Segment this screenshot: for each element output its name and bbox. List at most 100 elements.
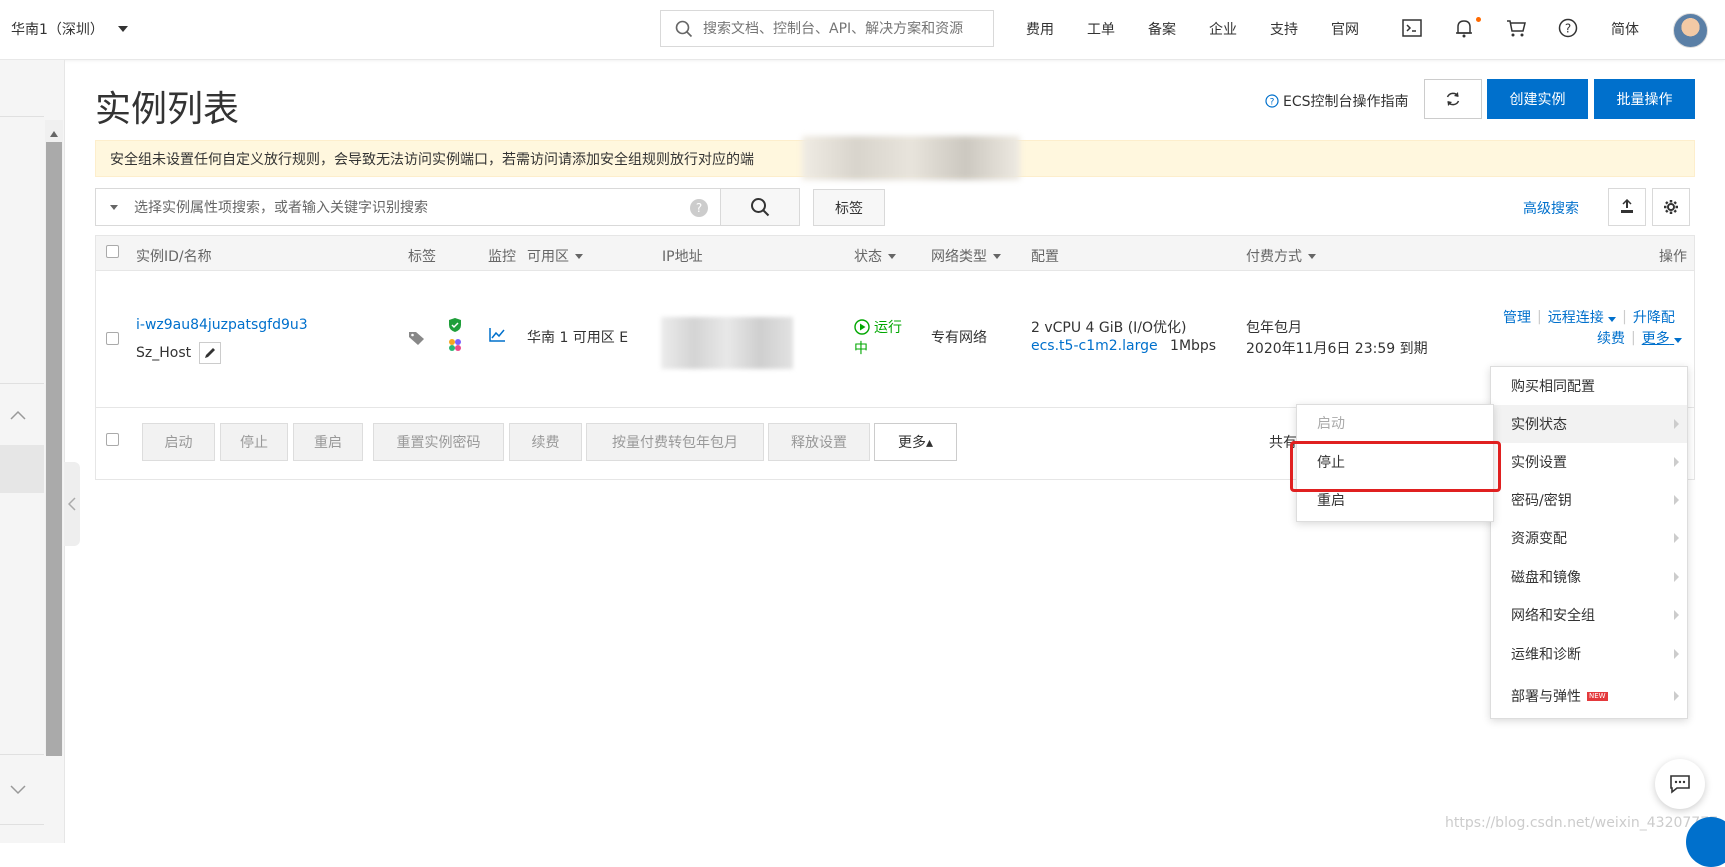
convert-billing-button[interactable]: 按量付费转包年包月 — [586, 423, 764, 461]
menu-item-network-security[interactable]: 网络和安全组 — [1491, 596, 1687, 634]
global-search[interactable] — [660, 10, 994, 47]
chevron-down-icon — [575, 253, 583, 259]
create-instance-button[interactable]: 创建实例 — [1487, 79, 1588, 119]
more-link[interactable]: 更多 — [1642, 328, 1683, 348]
sidebar-item-active[interactable] — [0, 445, 44, 493]
gear-icon — [1664, 200, 1678, 214]
chevron-down-icon — [1308, 253, 1316, 259]
menu-item-buy-same[interactable]: 购买相同配置 — [1491, 367, 1687, 405]
language-switch[interactable]: 简体 — [1611, 19, 1639, 39]
menu-item-resource-change[interactable]: 资源变配 — [1491, 519, 1687, 557]
submenu-start[interactable]: 启动 — [1297, 405, 1493, 441]
col-status[interactable]: 状态 — [854, 246, 896, 266]
manage-link[interactable]: 管理 — [1503, 307, 1531, 327]
billing-expiry: 2020年11月6日 23:59 到期 — [1246, 341, 1428, 357]
restart-button[interactable]: 重启 — [293, 423, 363, 461]
nav-fees[interactable]: 费用 — [1026, 19, 1054, 39]
renew-button[interactable]: 续费 — [509, 423, 582, 461]
start-button[interactable]: 启动 — [142, 423, 215, 461]
sidebar-divider — [0, 754, 44, 755]
col-network-label: 网络类型 — [931, 249, 987, 265]
export-icon — [1621, 199, 1633, 213]
menu-item-label: 运维和诊断 — [1511, 647, 1581, 663]
instance-type-link[interactable]: ecs.t5-c1m2.large — [1031, 338, 1158, 354]
upgrade-link[interactable]: 升降配 — [1633, 307, 1675, 327]
security-shield-icon[interactable] — [447, 317, 463, 337]
console-guide-link[interactable]: ? ECS控制台操作指南 — [1265, 91, 1409, 111]
menu-item-label: 实例状态 — [1511, 417, 1567, 433]
sidebar-divider — [0, 824, 44, 825]
colorful-app-icon[interactable] — [447, 337, 463, 357]
stop-button[interactable]: 停止 — [220, 423, 288, 461]
nav-tickets[interactable]: 工单 — [1087, 19, 1115, 39]
export-button[interactable] — [1608, 188, 1646, 226]
scrollbar-thumb[interactable] — [46, 142, 62, 756]
col-tag: 标签 — [408, 249, 436, 265]
chevron-down-icon — [1608, 317, 1617, 322]
col-network[interactable]: 网络类型 — [931, 246, 1001, 266]
menu-item-password-key[interactable]: 密码/密钥 — [1491, 481, 1687, 519]
nav-enterprise[interactable]: 企业 — [1209, 19, 1237, 39]
help-icon[interactable]: ? — [690, 199, 708, 217]
assistant-fab[interactable] — [1686, 817, 1725, 867]
menu-item-deploy-elastic[interactable]: 部署与弹性 NEW — [1491, 677, 1687, 715]
cart-icon[interactable] — [1505, 17, 1527, 39]
chevron-right-icon — [1674, 533, 1679, 543]
tag-icon[interactable] — [408, 330, 426, 350]
bell-icon[interactable] — [1453, 17, 1475, 39]
annotation-highlight-box — [1290, 441, 1501, 492]
menu-item-instance-settings[interactable]: 实例设置 — [1491, 443, 1687, 481]
edit-name-button[interactable] — [199, 342, 222, 364]
status-text-1: 运行 — [874, 320, 902, 336]
col-zone[interactable]: 可用区 — [527, 246, 583, 266]
nav-support[interactable]: 支持 — [1270, 19, 1298, 39]
chevron-right-icon — [1674, 691, 1679, 701]
menu-item-instance-status[interactable]: 实例状态 — [1491, 405, 1687, 443]
monitor-chart-icon[interactable] — [488, 327, 506, 347]
reset-password-button[interactable]: 重置实例密码 — [373, 423, 504, 461]
remote-connect-link[interactable]: 远程连接 — [1548, 307, 1617, 327]
region-selector[interactable]: 华南1（深圳） — [11, 19, 128, 39]
batch-operation-button[interactable]: 批量操作 — [1594, 79, 1695, 119]
select-all-checkbox[interactable] — [106, 245, 119, 258]
terminal-icon[interactable] — [1401, 17, 1423, 39]
chevron-down-icon[interactable] — [10, 783, 26, 799]
col-billing[interactable]: 付费方式 — [1246, 246, 1316, 266]
chevron-up-icon[interactable] — [10, 408, 26, 424]
status-text-2: 中 — [854, 341, 868, 357]
release-settings-button[interactable]: 释放设置 — [768, 423, 870, 461]
settings-button[interactable] — [1652, 188, 1690, 226]
instance-filter-input[interactable]: 选择实例属性项搜索，或者输入关键字识别搜索 ? — [95, 188, 721, 226]
nav-icp[interactable]: 备案 — [1148, 19, 1176, 39]
help-icon[interactable]: ? — [1557, 17, 1579, 39]
renew-link[interactable]: 续费 — [1597, 328, 1625, 348]
menu-item-label: 实例设置 — [1511, 455, 1567, 471]
refresh-icon — [1446, 92, 1460, 106]
batch-select-checkbox[interactable] — [106, 433, 119, 446]
tag-filter-button[interactable]: 标签 — [813, 189, 885, 226]
menu-item-ops-diagnosis[interactable]: 运维和诊断 — [1491, 635, 1687, 673]
scroll-up-arrow-icon[interactable] — [49, 126, 59, 142]
chevron-right-icon — [1674, 649, 1679, 659]
advanced-search-link[interactable]: 高级搜索 — [1523, 198, 1579, 218]
menu-item-disk-image[interactable]: 磁盘和镜像 — [1491, 558, 1687, 596]
avatar[interactable] — [1673, 13, 1708, 48]
filter-placeholder: 选择实例属性项搜索，或者输入关键字识别搜索 — [134, 200, 428, 216]
col-instance-id: 实例ID/名称 — [136, 249, 212, 265]
refresh-button[interactable] — [1424, 79, 1482, 119]
row-checkbox[interactable] — [106, 332, 119, 345]
global-search-input[interactable] — [703, 20, 983, 37]
bandwidth-value: 1Mbps — [1170, 338, 1217, 354]
filter-search-button[interactable] — [720, 188, 800, 226]
col-ip: IP地址 — [662, 249, 703, 265]
region-label: 华南1（深圳） — [11, 22, 104, 38]
chat-button[interactable] — [1655, 759, 1705, 809]
nav-official[interactable]: 官网 — [1331, 19, 1359, 39]
top-bar: 华南1（深圳） 费用 工单 备案 企业 支持 官网 ? 简体 — [0, 0, 1725, 60]
col-zone-label: 可用区 — [527, 249, 569, 265]
more-actions-button[interactable]: 更多▴ — [874, 423, 957, 461]
sidebar-collapse-button[interactable] — [64, 462, 80, 546]
instance-id-link[interactable]: i-wz9au84juzpatsgfd9u3 — [136, 317, 308, 333]
chevron-down-icon[interactable] — [110, 204, 118, 210]
billing-type: 包年包月 — [1246, 320, 1302, 336]
